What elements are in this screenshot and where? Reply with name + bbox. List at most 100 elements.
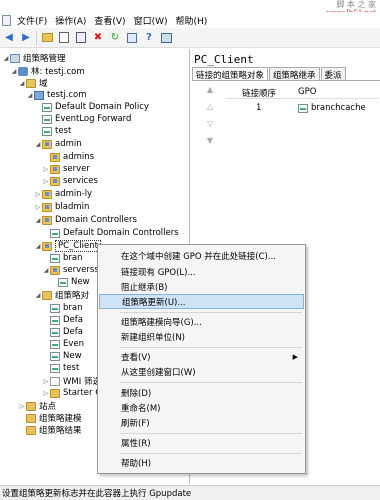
tree-item-domain[interactable]: ◢ testj.com bbox=[26, 89, 87, 101]
copy-icon[interactable] bbox=[74, 31, 88, 45]
tree-item-admin[interactable]: ◢ admin bbox=[34, 138, 82, 150]
status-text: 设置组策略更新标志并在此容器上执行 Gpupdate bbox=[2, 489, 192, 499]
delete-icon[interactable]: ✖ bbox=[91, 31, 105, 45]
tree-item-serverss[interactable]: ◢ serverss bbox=[42, 264, 99, 276]
tree-item-domain-controllers[interactable]: ◢ Domain Controllers bbox=[34, 214, 137, 226]
tree-item-pc-client[interactable]: ◢ PC_Client bbox=[34, 240, 101, 252]
folder-up-icon[interactable] bbox=[40, 31, 54, 45]
menu-action[interactable]: 操作(A) bbox=[51, 14, 90, 27]
menu-item-rename[interactable]: 重命名(M) bbox=[99, 400, 304, 415]
menu-bar: 文件(F) 操作(A) 查看(V) 窗口(W) 帮助(H) bbox=[0, 12, 380, 28]
export-icon[interactable] bbox=[125, 31, 139, 45]
tree-item-services[interactable]: ▷ services bbox=[42, 175, 98, 187]
tab-linked-gpos[interactable]: 链接的组策略对象 bbox=[192, 67, 269, 81]
move-up-icon[interactable]: △ bbox=[207, 102, 213, 111]
tree-item-bran[interactable]: bran bbox=[50, 252, 83, 264]
tree-item-gpo-objects[interactable]: ◢ 组策略对 bbox=[34, 289, 89, 301]
gpo-link-icon bbox=[50, 228, 60, 238]
menu-item-view[interactable]: 查看(V) ▶ bbox=[99, 349, 304, 364]
menu-item-create-gpo[interactable]: 在这个域中创建 GPO 并在此处链接(C)... bbox=[99, 248, 304, 263]
collapse-icon[interactable]: ▷ bbox=[42, 390, 50, 397]
tree-item-gpo-bran[interactable]: bran bbox=[50, 302, 83, 314]
back-arrow-icon[interactable]: ◀ bbox=[2, 31, 16, 45]
tree-item-ddcp[interactable]: Default Domain Controllers bbox=[50, 227, 179, 239]
tree-item-gpo-test[interactable]: test bbox=[50, 362, 79, 374]
menu-window[interactable]: 窗口(W) bbox=[130, 14, 172, 27]
tree-item-server[interactable]: ▷ server bbox=[42, 163, 90, 175]
menu-file[interactable]: 文件(F) bbox=[13, 14, 51, 27]
tree-item-gpo-new[interactable]: New bbox=[50, 350, 82, 362]
expand-icon[interactable]: ◢ bbox=[34, 141, 42, 148]
tree-item-new[interactable]: New bbox=[58, 276, 90, 288]
menu-item-link-gpo[interactable]: 链接现有 GPO(L)... bbox=[99, 264, 304, 279]
collapse-icon[interactable]: ▷ bbox=[42, 178, 50, 185]
menu-help[interactable]: 帮助(H) bbox=[172, 14, 212, 27]
collapse-icon[interactable]: ▷ bbox=[42, 166, 50, 173]
console-icon[interactable] bbox=[159, 31, 173, 45]
expand-icon[interactable]: ◢ bbox=[34, 243, 42, 250]
folder-icon bbox=[26, 78, 36, 88]
menu-view[interactable]: 查看(V) bbox=[90, 14, 129, 27]
forest-icon bbox=[18, 66, 28, 76]
tree-item-bladmin[interactable]: ▷ bladmin bbox=[34, 201, 90, 213]
menu-item-refresh[interactable]: 刷新(F) bbox=[99, 415, 304, 430]
tab-delegation[interactable]: 委派 bbox=[320, 67, 346, 81]
header-divider bbox=[226, 98, 378, 99]
menu-separator bbox=[120, 453, 302, 454]
expand-icon[interactable]: ◢ bbox=[26, 92, 34, 99]
collapse-icon[interactable]: ▷ bbox=[34, 191, 42, 198]
tree-item-starter[interactable]: ▷ Starter G bbox=[42, 387, 102, 399]
tree-item-results[interactable]: 组策略结果 bbox=[26, 424, 82, 436]
tree-label: 站点 bbox=[39, 402, 57, 412]
menu-item-new-window[interactable]: 从这里创建窗口(W) bbox=[99, 364, 304, 379]
menu-separator bbox=[120, 347, 302, 348]
expand-icon[interactable]: ◢ bbox=[34, 292, 42, 299]
expand-icon[interactable]: ◢ bbox=[42, 267, 50, 274]
collapse-icon[interactable]: ▷ bbox=[18, 403, 26, 410]
tree-item-gpo-even[interactable]: Even bbox=[50, 338, 84, 350]
menu-item-gp-update[interactable]: 组策略更新(U)... bbox=[99, 294, 304, 309]
menu-item-block-inheritance[interactable]: 阻止继承(B) bbox=[99, 279, 304, 294]
tree-item-ddp[interactable]: Default Domain Policy bbox=[42, 101, 149, 113]
expand-icon[interactable]: ◢ bbox=[18, 80, 26, 87]
column-header-gpo[interactable]: GPO bbox=[298, 87, 316, 97]
move-bottom-icon[interactable]: ▼ bbox=[207, 136, 213, 145]
move-top-icon[interactable]: ▲ bbox=[207, 85, 213, 94]
help-icon[interactable]: ? bbox=[142, 31, 156, 45]
expand-icon[interactable]: ◢ bbox=[34, 217, 42, 224]
collapse-icon[interactable]: ▷ bbox=[42, 378, 50, 385]
tree-item-admin-ly[interactable]: ▷ admin-ly bbox=[34, 188, 92, 200]
tree-item-wmi[interactable]: ▷ WMI 筛选 bbox=[42, 375, 101, 387]
domain-icon bbox=[34, 90, 44, 100]
move-down-icon[interactable]: ▽ bbox=[207, 119, 213, 128]
document-icon bbox=[2, 14, 11, 26]
expand-icon[interactable]: ◢ bbox=[10, 68, 18, 75]
tree-item-modeling[interactable]: 组策略建模 bbox=[26, 412, 82, 424]
gpmc-root-icon bbox=[10, 53, 20, 63]
tree-label: bran bbox=[63, 253, 83, 263]
tree-item-gpo-defa2[interactable]: Defa bbox=[50, 326, 83, 338]
tree-item-sites[interactable]: ▷ 站点 bbox=[18, 400, 56, 412]
expand-icon[interactable]: ◢ bbox=[2, 55, 10, 62]
tree-item-forest[interactable]: ◢ 林: testj.com bbox=[10, 65, 85, 77]
menu-item-properties[interactable]: 属性(R) bbox=[99, 435, 304, 450]
menu-item-new-ou[interactable]: 新建组织单位(N) bbox=[99, 329, 304, 344]
tree-label: 组策略结果 bbox=[39, 426, 82, 436]
menu-item-modeling-wizard[interactable]: 组策略建模向导(G)... bbox=[99, 314, 304, 329]
collapse-icon[interactable]: ▷ bbox=[34, 204, 42, 211]
ou-icon bbox=[50, 164, 60, 174]
refresh-icon[interactable]: ↻ bbox=[108, 31, 122, 45]
tree-item-eventlog[interactable]: EventLog Forward bbox=[42, 113, 131, 125]
menu-item-delete[interactable]: 删除(D) bbox=[99, 385, 304, 400]
tree-item-domains[interactable]: ◢ 域 bbox=[18, 77, 48, 89]
tree-item-root[interactable]: ◢ 组策略管理 bbox=[2, 52, 66, 64]
menu-item-help[interactable]: 帮助(H) bbox=[99, 455, 304, 470]
tree-item-test[interactable]: test bbox=[42, 125, 71, 137]
tab-inheritance[interactable]: 组策略继承 bbox=[269, 67, 320, 81]
tree-item-admins[interactable]: admins bbox=[50, 151, 94, 163]
tree-label: 域 bbox=[39, 79, 48, 89]
forward-arrow-icon[interactable]: ▶ bbox=[19, 31, 33, 45]
gpo-name: branchcache bbox=[311, 103, 366, 113]
tree-item-gpo-defa1[interactable]: Defa bbox=[50, 314, 83, 326]
properties-icon[interactable] bbox=[57, 31, 71, 45]
